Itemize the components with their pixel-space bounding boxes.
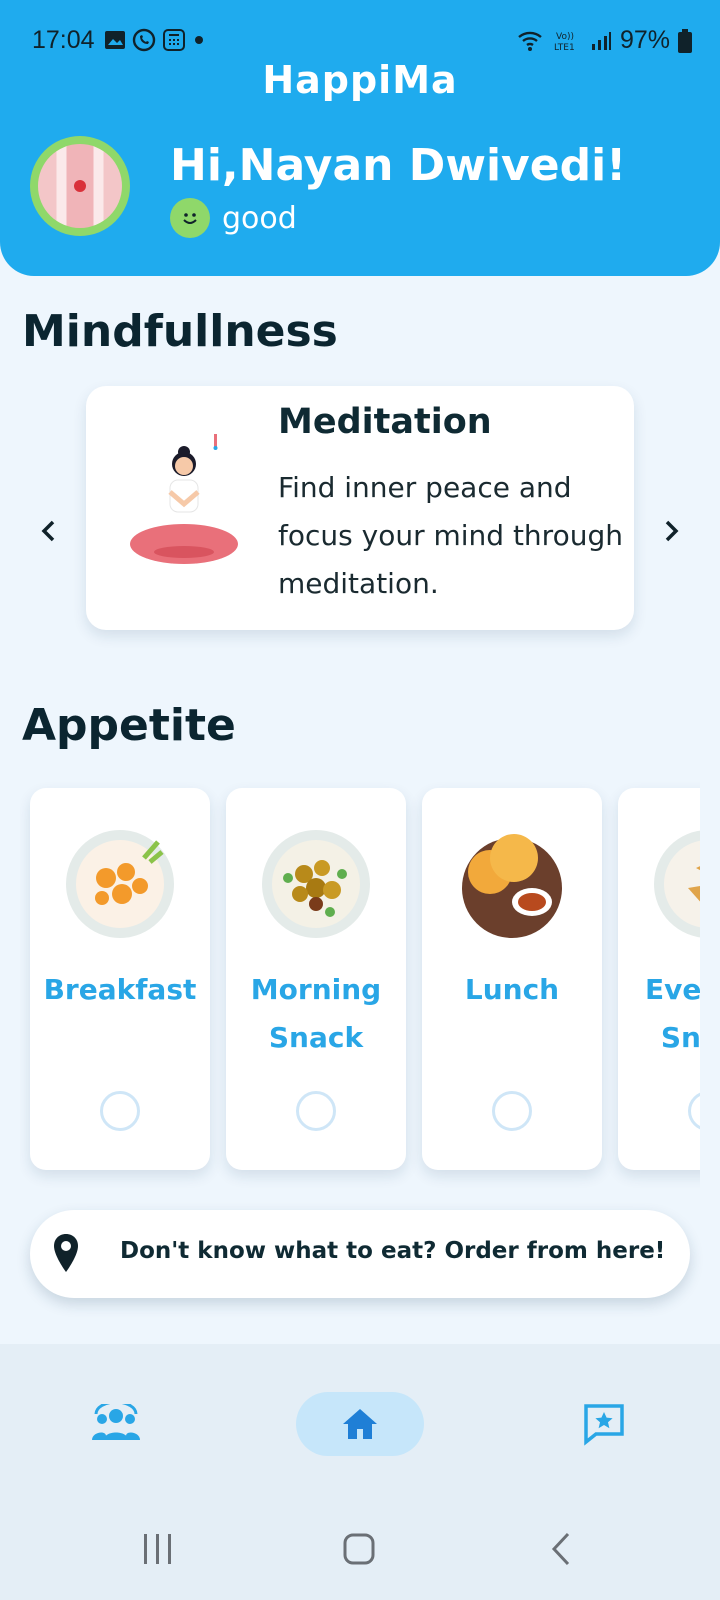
avatar-image bbox=[38, 144, 122, 228]
meal-card-evening-snack[interactable]: Evening Snack bbox=[618, 788, 700, 1170]
dot-icon bbox=[195, 36, 203, 44]
app-title: HappiMa bbox=[262, 58, 458, 102]
appetite-title: Appetite bbox=[22, 700, 236, 751]
morning-snack-image bbox=[262, 830, 370, 938]
home-icon bbox=[343, 1409, 377, 1439]
meal-strip[interactable]: Breakfast Morning Snack Lunch Evening Sn… bbox=[20, 780, 700, 1200]
evening-snack-image bbox=[654, 830, 700, 938]
calculator-icon bbox=[163, 29, 185, 51]
signal-icon bbox=[591, 31, 611, 50]
avatar[interactable] bbox=[30, 136, 130, 236]
whatsapp-icon bbox=[132, 28, 156, 52]
meal-checkbox[interactable] bbox=[688, 1091, 700, 1131]
meal-card-morning-snack[interactable]: Morning Snack bbox=[226, 788, 406, 1170]
system-navigation-bar bbox=[0, 1530, 720, 1570]
notification-icons bbox=[104, 28, 206, 52]
back-icon[interactable] bbox=[550, 1532, 574, 1566]
mood-text: good bbox=[222, 200, 297, 236]
meal-checkbox[interactable] bbox=[492, 1091, 532, 1131]
breakfast-image bbox=[66, 830, 174, 938]
meditation-title: Meditation bbox=[278, 402, 492, 442]
home-system-icon[interactable] bbox=[342, 1532, 376, 1566]
meditation-illustration bbox=[130, 434, 238, 564]
location-pin-icon bbox=[54, 1234, 78, 1272]
svg-text:LTE1: LTE1 bbox=[554, 43, 575, 53]
app-header: 17:04 Vo)) LTE1 97% HappiMa Hi,Nayan Dwiv… bbox=[0, 0, 720, 276]
feedback-icon bbox=[584, 1404, 624, 1446]
battery-icon bbox=[678, 28, 692, 53]
meditation-description: Find inner peace and focus your mind thr… bbox=[278, 471, 623, 600]
community-icon bbox=[92, 1404, 140, 1440]
nav-community[interactable] bbox=[84, 1392, 148, 1456]
gallery-icon bbox=[105, 31, 125, 49]
mood-row[interactable]: good bbox=[170, 198, 297, 238]
meal-label: Breakfast bbox=[43, 973, 197, 1006]
system-icons: Vo)) LTE1 97% bbox=[516, 26, 692, 55]
svg-text:Vo)): Vo)) bbox=[556, 32, 574, 42]
meal-label: Morning Snack bbox=[250, 973, 382, 1054]
order-text: Don't know what to eat? Order from here! bbox=[120, 1238, 666, 1264]
lunch-image bbox=[462, 834, 562, 938]
meal-card-breakfast[interactable]: Breakfast bbox=[30, 788, 210, 1170]
nav-feedback[interactable] bbox=[572, 1392, 636, 1456]
meal-checkbox[interactable] bbox=[100, 1091, 140, 1131]
chevron-right-icon[interactable] bbox=[656, 516, 686, 546]
meal-label: Evening Snack bbox=[645, 973, 700, 1054]
status-time: 17:04 bbox=[32, 26, 95, 54]
nav-home[interactable] bbox=[296, 1392, 424, 1456]
order-food-button[interactable]: Don't know what to eat? Order from here! bbox=[30, 1210, 690, 1298]
user-greeting: Hi,Nayan Dwivedi! bbox=[170, 140, 627, 191]
recents-icon[interactable] bbox=[142, 1534, 174, 1564]
smiley-icon bbox=[170, 198, 210, 238]
chevron-left-icon[interactable] bbox=[34, 516, 64, 546]
meal-card-lunch[interactable]: Lunch bbox=[422, 788, 602, 1170]
wifi-icon bbox=[518, 31, 542, 51]
meal-checkbox[interactable] bbox=[296, 1091, 336, 1131]
mindfulness-title: Mindfullness bbox=[22, 306, 338, 357]
battery-level: 97% bbox=[619, 26, 670, 54]
meal-label: Lunch bbox=[464, 973, 560, 1006]
volte-icon: Vo))LTE1 bbox=[554, 32, 575, 53]
